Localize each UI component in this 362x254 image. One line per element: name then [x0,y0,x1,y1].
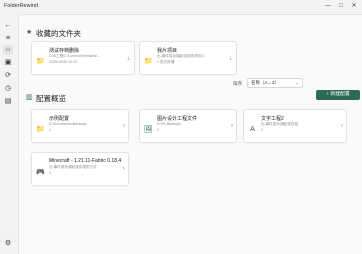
favorite-card[interactable]: 📁 测试存档删除 D:\A工程\C\Lumenol\Versions\... 2… [31,41,135,75]
maximize-button[interactable]: □ [337,2,345,10]
overview-icon: ▥ [26,94,33,101]
history-icon[interactable]: ◷ [3,84,13,94]
configs-title: 配置概览 [36,94,66,103]
card-title: 测试存档删除 [49,48,80,54]
card-path: 出.事件成功调起或存档 [261,122,298,126]
card-path: D:\Pt_Backups [157,122,181,126]
image-icon: 🖼 [144,126,153,133]
card-meta: 3 [49,171,51,175]
minimize-button[interactable]: — [324,2,332,10]
text-icon: A [250,126,255,133]
card-title: 我片项目 [157,48,178,54]
config-card[interactable]: 🎮 Minecraft - 1.21.11-Fabric 0.18.4 出.事件… [31,152,129,186]
card-path: 出.事件成功调起或存档的方法 [49,165,97,169]
chevron-right-icon: › [123,166,125,172]
chevron-right-icon: › [123,123,125,129]
app-title: FolderRewind [4,3,38,9]
pin-icon[interactable]: ⊥ [229,56,233,62]
card-path: D:\A工程\C\Lumenol\Versions\... [49,54,101,58]
folder-icon: 📁 [36,58,45,65]
card-meta: 2 [261,128,263,132]
chevron-right-icon: › [341,123,343,129]
card-title: 示例配置 [49,116,70,122]
folder-icon: 📁 [144,58,153,65]
home-icon[interactable]: ⌂ [3,45,13,55]
chevron-down-icon: ⌄ [295,80,299,85]
title-bar: FolderRewind — □ ✕ [0,0,362,13]
card-meta: 2 [157,128,159,132]
card-meta: 2025/10/30 10:23 [49,60,77,64]
config-card[interactable]: A 文字工程2 出.事件成功调起或存档 2 › [243,109,347,143]
new-config-button[interactable]: + 新建配置 [316,90,360,100]
card-meta: 1 张已存储 [157,60,175,64]
folder-icon: 📁 [36,126,45,133]
sync-icon[interactable]: ⟳ [3,71,13,81]
archive-icon[interactable]: ▣ [3,58,13,68]
nav-rail: ← ≡ ⌂ ▣ ⟳ ◷ ▤ ⚙ [0,14,17,253]
config-card[interactable]: 📁 示例配置 D:\Documents\Backups 2 › [31,109,129,143]
menu-icon[interactable]: ≡ [3,34,13,44]
favorite-card[interactable]: 📁 我片项目 出.事件成功调起或存档\项目1 1 张已存储 ⊥ [139,41,237,75]
card-title: 文字工程2 [261,116,284,122]
pin-icon[interactable]: ⊥ [127,56,131,62]
main-content: ★ 收藏的文件夹 📁 测试存档删除 D:\A工程\C\Lumenol\Versi… [18,14,362,254]
sort-value: 名称（A→Z） [251,80,280,85]
close-button[interactable]: ✕ [350,2,358,10]
sort-select[interactable]: 名称（A→Z） ⌄ [247,78,303,88]
card-title: Minecraft - 1.21.11-Fabric 0.18.4 [49,158,122,164]
star-icon: ★ [26,29,33,36]
log-icon[interactable]: ▤ [3,97,13,107]
chevron-right-icon: › [231,123,233,129]
card-path: 出.事件成功调起或存档\项目1 [157,54,205,58]
back-icon[interactable]: ← [3,21,13,31]
sort-label: 排序 [233,81,242,86]
game-icon: 🎮 [36,169,45,176]
card-title: 图片设计工程文件 [157,116,198,122]
settings-icon[interactable]: ⚙ [3,239,13,249]
card-path: D:\Documents\Backups [49,122,87,126]
favorites-title: 收藏的文件夹 [36,29,81,38]
card-meta: 2 [49,128,51,132]
config-card[interactable]: 🖼 图片设计工程文件 D:\Pt_Backups 2 › [139,109,237,143]
